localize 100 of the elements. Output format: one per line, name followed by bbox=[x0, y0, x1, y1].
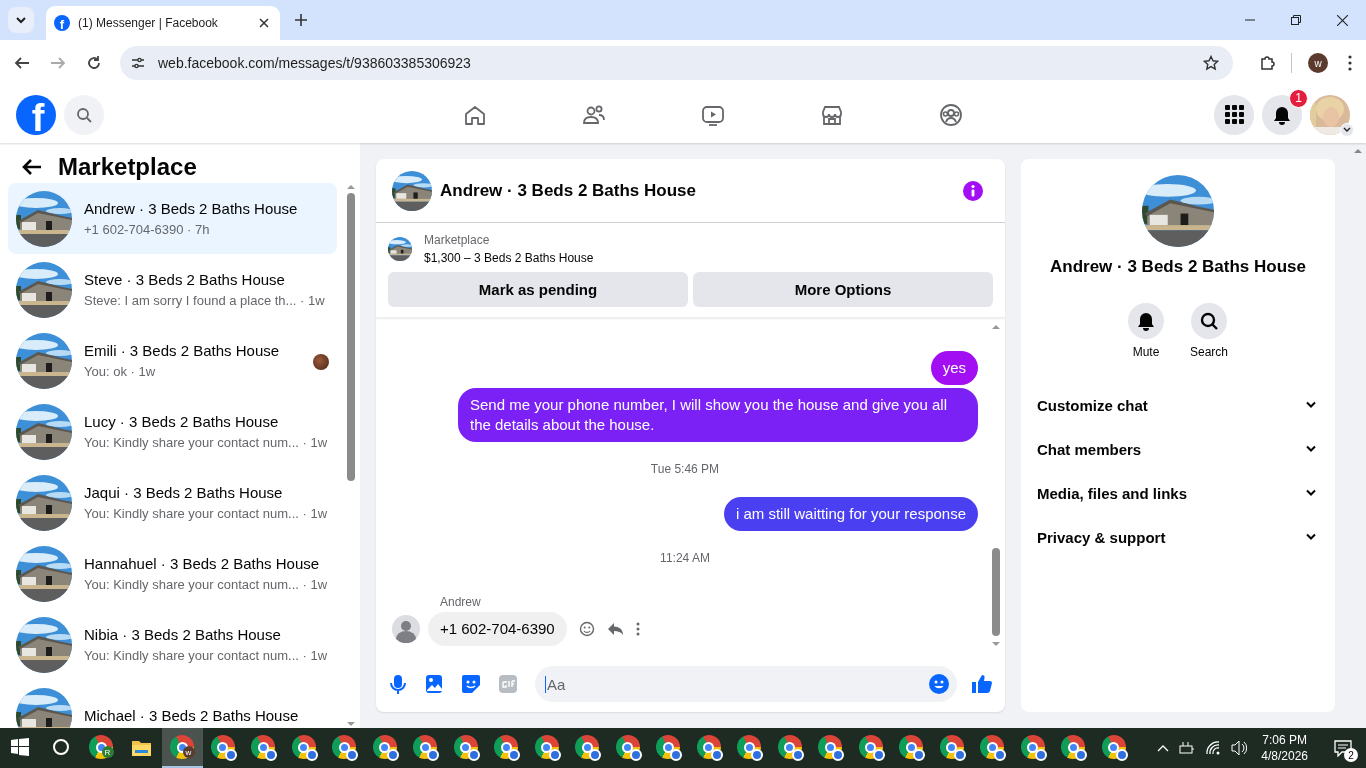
back-arrow-icon[interactable] bbox=[22, 157, 42, 177]
contact-name: Andrew · 3 Beds 2 Baths House bbox=[1050, 257, 1306, 277]
image-icon[interactable] bbox=[425, 674, 443, 694]
conversation-item[interactable]: Hannahuel · 3 Beds 2 Baths House You: Kindly share your contact num... · 1w bbox=[8, 538, 337, 609]
action-button[interactable]: More Options bbox=[693, 272, 993, 307]
avatar-icon bbox=[392, 615, 420, 643]
sticker-icon[interactable] bbox=[461, 674, 481, 694]
conversation-item[interactable]: Lucy · 3 Beds 2 Baths House You: Kindly share your contact num... · 1w bbox=[8, 396, 337, 467]
star-icon[interactable] bbox=[1203, 55, 1219, 71]
search-icon bbox=[1199, 311, 1219, 331]
notifications-button[interactable] bbox=[1262, 94, 1302, 135]
more-icon[interactable] bbox=[635, 622, 640, 636]
reload-icon[interactable] bbox=[86, 55, 102, 71]
scrollbar-thumb[interactable] bbox=[992, 548, 1000, 636]
restore-icon[interactable] bbox=[1291, 15, 1301, 25]
profile-avatar[interactable]: w bbox=[1308, 53, 1328, 73]
message-input[interactable]: Aa bbox=[535, 666, 957, 702]
conversation-name: Lucy · 3 Beds 2 Baths House bbox=[84, 413, 280, 430]
chrome-icon bbox=[210, 735, 235, 759]
windows-icon bbox=[11, 738, 30, 756]
microphone-icon[interactable] bbox=[389, 674, 407, 694]
conversation-preview: Steve: I am sorry I found a place th... · 1w bbox=[84, 293, 325, 308]
bell-icon bbox=[1272, 104, 1292, 125]
message-bubble: +1 602-704-6390 bbox=[428, 612, 567, 646]
sidebar-title: Marketplace bbox=[58, 153, 197, 181]
facebook-logo[interactable]: f bbox=[16, 94, 56, 135]
menu-button[interactable] bbox=[1214, 94, 1254, 135]
listing-title: $1,300 – 3 Beds 2 Baths House bbox=[424, 251, 594, 265]
chrome-icon bbox=[696, 735, 721, 759]
thumbs-up-icon[interactable] bbox=[971, 673, 993, 695]
timestamp: Tue 5:46 PM bbox=[649, 462, 721, 476]
scroll-up-icon[interactable] bbox=[991, 323, 1001, 331]
emoji-icon[interactable] bbox=[578, 621, 595, 637]
chrome-icon bbox=[251, 735, 276, 759]
conversation-name: Emili · 3 Beds 2 Baths House bbox=[84, 342, 280, 359]
power-icon[interactable] bbox=[1179, 741, 1196, 755]
scrollbar-thumb[interactable] bbox=[347, 193, 355, 481]
scroll-up-icon[interactable] bbox=[1353, 147, 1363, 155]
conversation-name: Steve · 3 Beds 2 Baths House bbox=[84, 271, 286, 288]
conversation-name: Hannahuel · 3 Beds 2 Baths House bbox=[84, 555, 321, 572]
conversation-item[interactable]: Nibia · 3 Beds 2 Baths House You: Kindly share your contact num... · 1w bbox=[8, 609, 337, 680]
groups-icon bbox=[939, 102, 963, 127]
section-header[interactable]: Customize chat bbox=[1037, 383, 1319, 427]
chrome-icon bbox=[656, 735, 681, 759]
search-icon bbox=[76, 106, 92, 123]
conversation-preview: You: Kindly share your contact num... · 1w bbox=[84, 506, 328, 521]
plus-icon[interactable] bbox=[294, 13, 308, 27]
emoji-icon[interactable] bbox=[929, 674, 949, 694]
favicon: f bbox=[54, 15, 70, 31]
conversation-preview: You: ok · 1w bbox=[84, 364, 157, 379]
tab-list-button[interactable] bbox=[8, 7, 34, 33]
taskbar-app[interactable]: w bbox=[162, 728, 203, 768]
clock[interactable]: 7:06 PM 4/8/2026 bbox=[1261, 732, 1308, 764]
conversation-preview: You: Kindly share your contact num... · 1w bbox=[84, 577, 328, 592]
section-header[interactable]: Chat members bbox=[1037, 427, 1319, 471]
conversation-preview: You: Kindly share your contact num... · 1w bbox=[84, 435, 328, 450]
close-icon[interactable] bbox=[1337, 14, 1348, 26]
notification-center-button[interactable]: 2 bbox=[1330, 735, 1356, 761]
conversation-item[interactable]: Emili · 3 Beds 2 Baths House You: ok · 1w bbox=[8, 325, 337, 396]
chrome-icon bbox=[453, 735, 478, 759]
chrome-icon bbox=[1020, 735, 1045, 759]
conversation-item[interactable]: Jaqui · 3 Beds 2 Baths House You: Kindly share your contact num... · 1w bbox=[8, 467, 337, 538]
conversation-preview: +1 602-704-6390 · 7h bbox=[84, 222, 211, 237]
chrome-icon bbox=[1101, 735, 1126, 759]
chrome-icon bbox=[413, 735, 438, 759]
chrome-icon bbox=[939, 735, 964, 759]
chrome-icon bbox=[372, 735, 397, 759]
menu-icon[interactable] bbox=[1348, 55, 1352, 71]
taskbar-app[interactable]: R bbox=[81, 728, 122, 768]
browser-tab[interactable]: f (1) Messenger | Facebook bbox=[46, 6, 280, 40]
section-header[interactable]: Media, files and links bbox=[1037, 471, 1319, 515]
url-field[interactable]: web.facebook.com/messages/t/938603385306923 bbox=[158, 55, 1191, 71]
conversation-name: Nibia · 3 Beds 2 Baths House bbox=[84, 626, 282, 643]
action-label: Search bbox=[1190, 345, 1228, 359]
conversation-item[interactable]: Andrew · 3 Beds 2 Baths House +1 602-704-6390 · 7h bbox=[8, 183, 337, 254]
chrome-icon bbox=[494, 735, 519, 759]
puzzle-icon[interactable] bbox=[1259, 54, 1275, 72]
search-button[interactable] bbox=[1191, 303, 1227, 339]
site-info-icon[interactable] bbox=[130, 55, 146, 71]
action-button[interactable]: Mark as pending bbox=[388, 272, 688, 307]
message-icon bbox=[1334, 739, 1352, 757]
chrome-icon bbox=[777, 735, 802, 759]
notification-badge: 1 bbox=[1289, 88, 1308, 108]
wifi-icon[interactable] bbox=[1205, 740, 1222, 756]
conversation-preview: You: Kindly share your contact num... · 1w bbox=[84, 648, 328, 663]
mute-button[interactable] bbox=[1128, 303, 1164, 339]
section-header[interactable]: Privacy & support bbox=[1037, 515, 1319, 559]
message-bubble: i am still waitting for your response bbox=[723, 497, 978, 531]
chrome-icon bbox=[818, 735, 843, 759]
chrome-icon bbox=[291, 735, 316, 759]
info-icon[interactable] bbox=[963, 180, 983, 201]
volume-icon[interactable] bbox=[1231, 740, 1248, 756]
scroll-down-icon[interactable] bbox=[991, 640, 1001, 648]
back-icon[interactable] bbox=[14, 55, 30, 71]
chrome-icon bbox=[332, 735, 357, 759]
chevron-up-icon[interactable] bbox=[1157, 743, 1170, 753]
close-icon[interactable] bbox=[258, 17, 270, 29]
scroll-up-icon[interactable] bbox=[346, 183, 356, 191]
reply-icon[interactable] bbox=[606, 621, 624, 637]
conversation-item[interactable]: Steve · 3 Beds 2 Baths House Steve: I am sorry I found a place th... · 1w bbox=[8, 254, 337, 325]
